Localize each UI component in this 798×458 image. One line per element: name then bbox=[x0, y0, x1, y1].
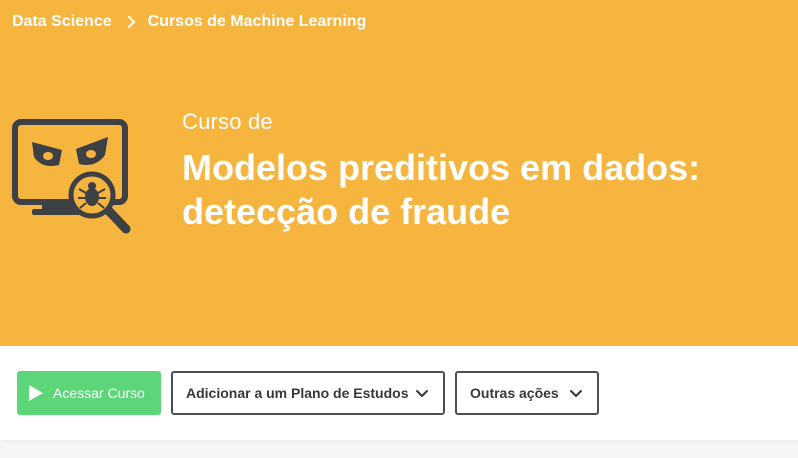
chevron-down-icon bbox=[570, 390, 582, 397]
chevron-down-icon bbox=[416, 390, 428, 397]
other-actions-label: Outras ações bbox=[470, 385, 559, 401]
play-icon bbox=[29, 385, 43, 401]
course-actions-bar: Acessar Curso Adicionar a um Plano de Es… bbox=[0, 346, 798, 440]
add-to-study-plan-label: Adicionar a um Plano de Estudos bbox=[186, 385, 409, 401]
other-actions-dropdown[interactable]: Outras ações bbox=[455, 371, 599, 415]
course-prefix: Curso de bbox=[182, 109, 273, 134]
breadcrumb-item-data-science[interactable]: Data Science bbox=[12, 13, 112, 31]
chevron-right-icon bbox=[127, 16, 135, 28]
add-to-study-plan-dropdown[interactable]: Adicionar a um Plano de Estudos bbox=[171, 371, 445, 415]
access-course-label: Acessar Curso bbox=[53, 385, 145, 401]
access-course-button[interactable]: Acessar Curso bbox=[17, 371, 161, 415]
fraud-detection-monitor-icon bbox=[12, 119, 131, 234]
page-title-line-1: Modelos preditivos em dados: bbox=[182, 147, 701, 188]
breadcrumb: Data Science Cursos de Machine Learning bbox=[12, 13, 366, 31]
page-title-line-2: detecção de fraude bbox=[182, 191, 511, 232]
course-title-block: Curso de Modelos preditivos em dados: de… bbox=[182, 108, 700, 234]
breadcrumb-item-machine-learning[interactable]: Cursos de Machine Learning bbox=[148, 13, 367, 31]
page-title: Modelos preditivos em dados: detecção de… bbox=[182, 146, 700, 234]
course-hero: Data Science Cursos de Machine Learning … bbox=[0, 0, 798, 346]
